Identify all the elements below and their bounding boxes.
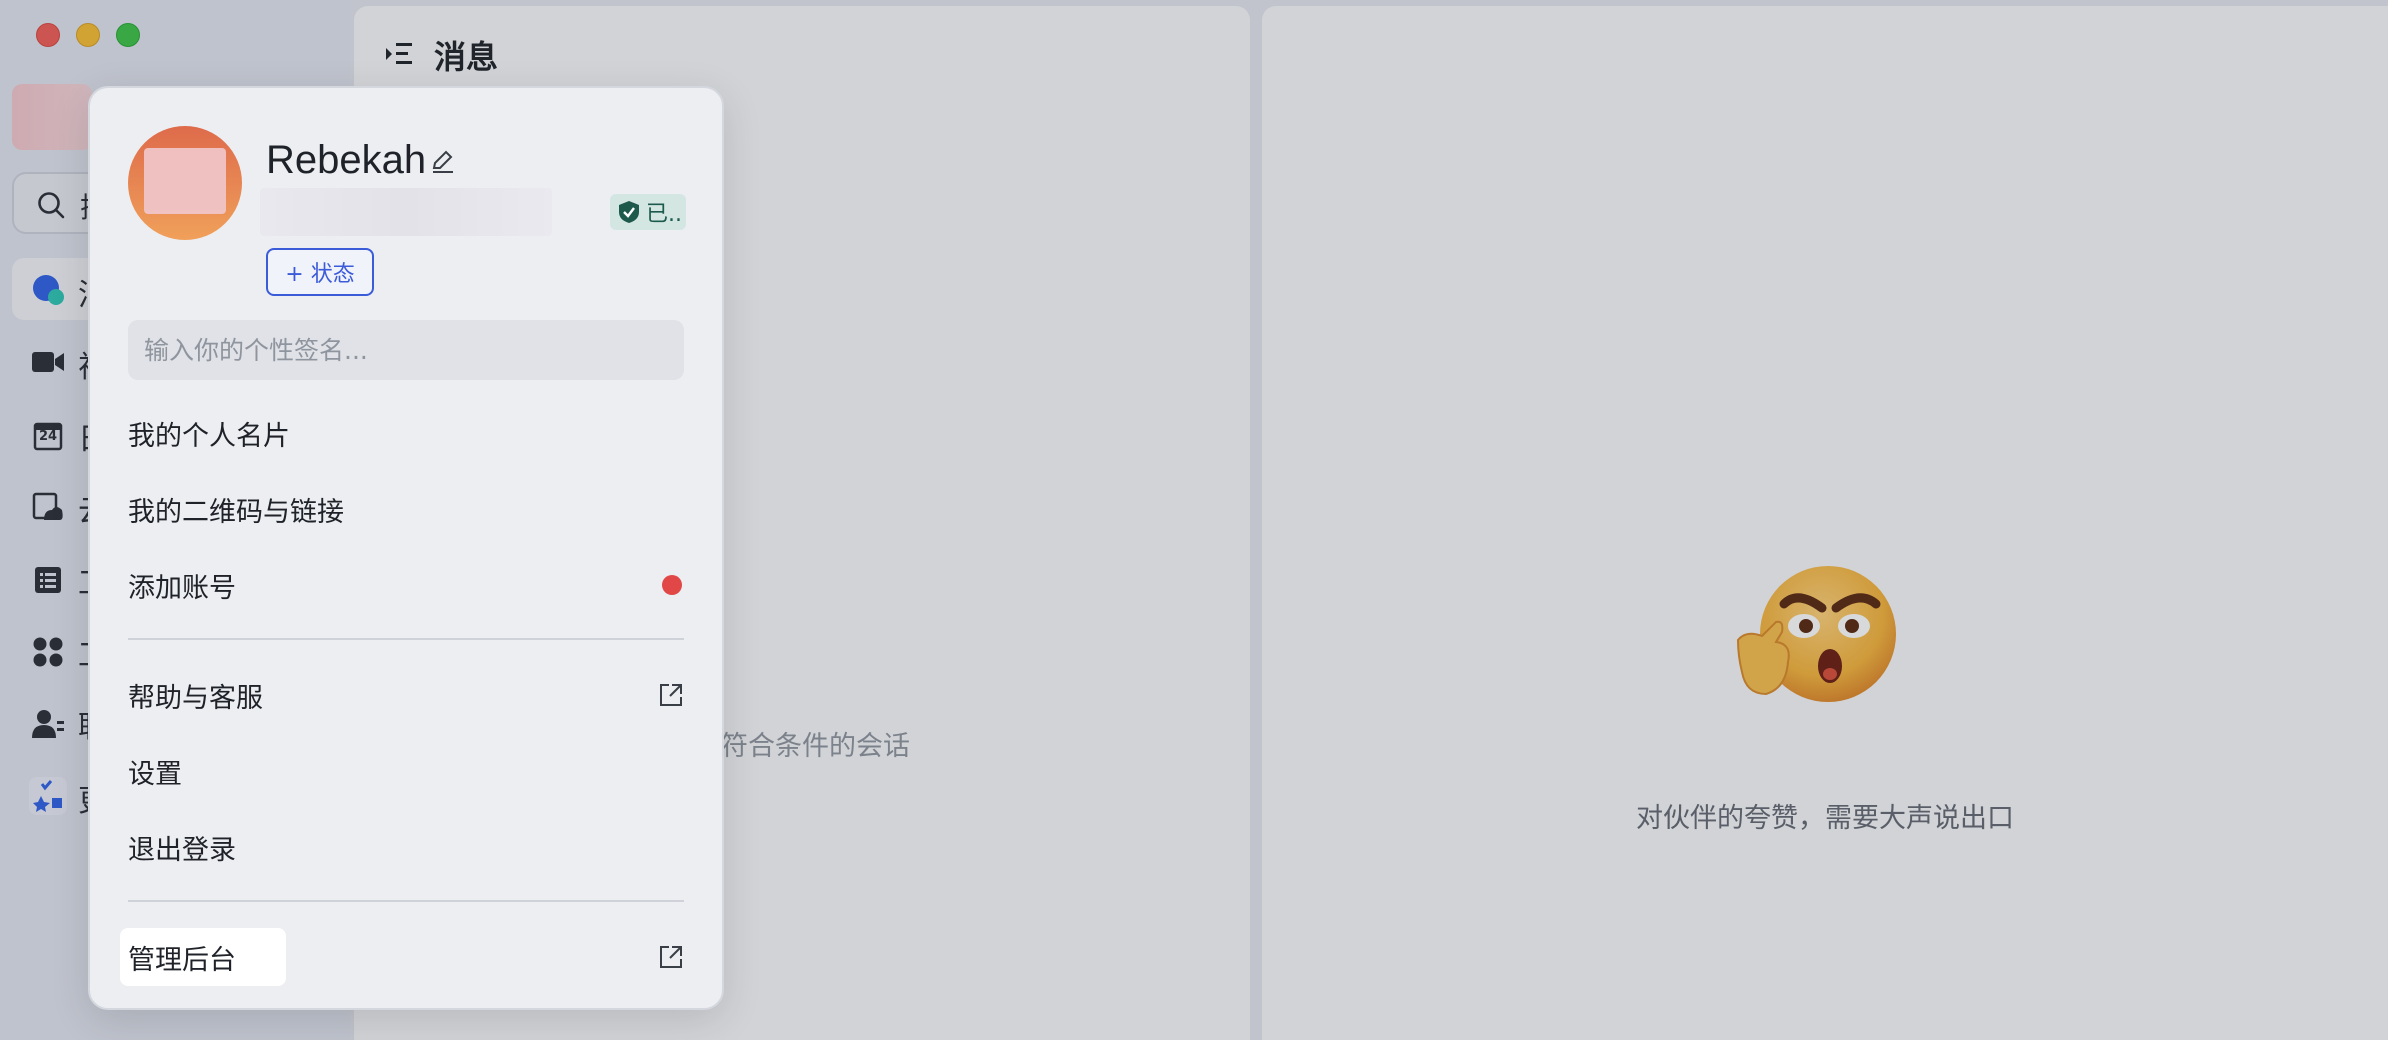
menu-item-admin-console[interactable]: 管理后台 <box>128 932 684 982</box>
add-status-button[interactable]: + 状态 <box>266 248 374 296</box>
profile-name: Rebekah <box>266 138 427 182</box>
menu-item-add-account[interactable]: 添加账号 <box>128 560 684 610</box>
menu-item-help[interactable]: 帮助与客服 <box>128 670 684 720</box>
menu-item-label: 我的二维码与链接 <box>128 496 344 528</box>
menu-item-label: 添加账号 <box>128 572 236 604</box>
edit-icon[interactable] <box>430 148 456 174</box>
menu-item-settings[interactable]: 设置 <box>128 746 684 796</box>
verified-shield-icon <box>619 201 639 223</box>
verified-label: 已.. <box>646 202 682 227</box>
divider <box>128 638 684 640</box>
avatar[interactable] <box>128 126 242 240</box>
divider <box>128 900 684 902</box>
menu-item-label: 我的个人名片 <box>128 420 290 452</box>
verified-badge[interactable]: 已.. <box>610 194 686 230</box>
menu-item-personal-card[interactable]: 我的个人名片 <box>128 408 684 458</box>
menu-item-logout[interactable]: 退出登录 <box>128 822 684 872</box>
profile-card: Rebekah 已.. + 状态 我的个人名片 我的二维码与链接 添加账号 帮助… <box>88 86 724 1010</box>
menu-item-label: 帮助与客服 <box>128 682 263 714</box>
menu-item-qr-code[interactable]: 我的二维码与链接 <box>128 484 684 534</box>
external-link-icon <box>660 946 682 968</box>
external-link-icon <box>660 684 682 706</box>
notification-dot <box>662 575 682 595</box>
signature-input[interactable] <box>128 320 684 380</box>
organization-info <box>260 188 552 236</box>
menu-item-label: 管理后台 <box>128 944 236 976</box>
menu-item-label: 退出登录 <box>128 834 236 866</box>
menu-item-label: 设置 <box>128 758 182 790</box>
